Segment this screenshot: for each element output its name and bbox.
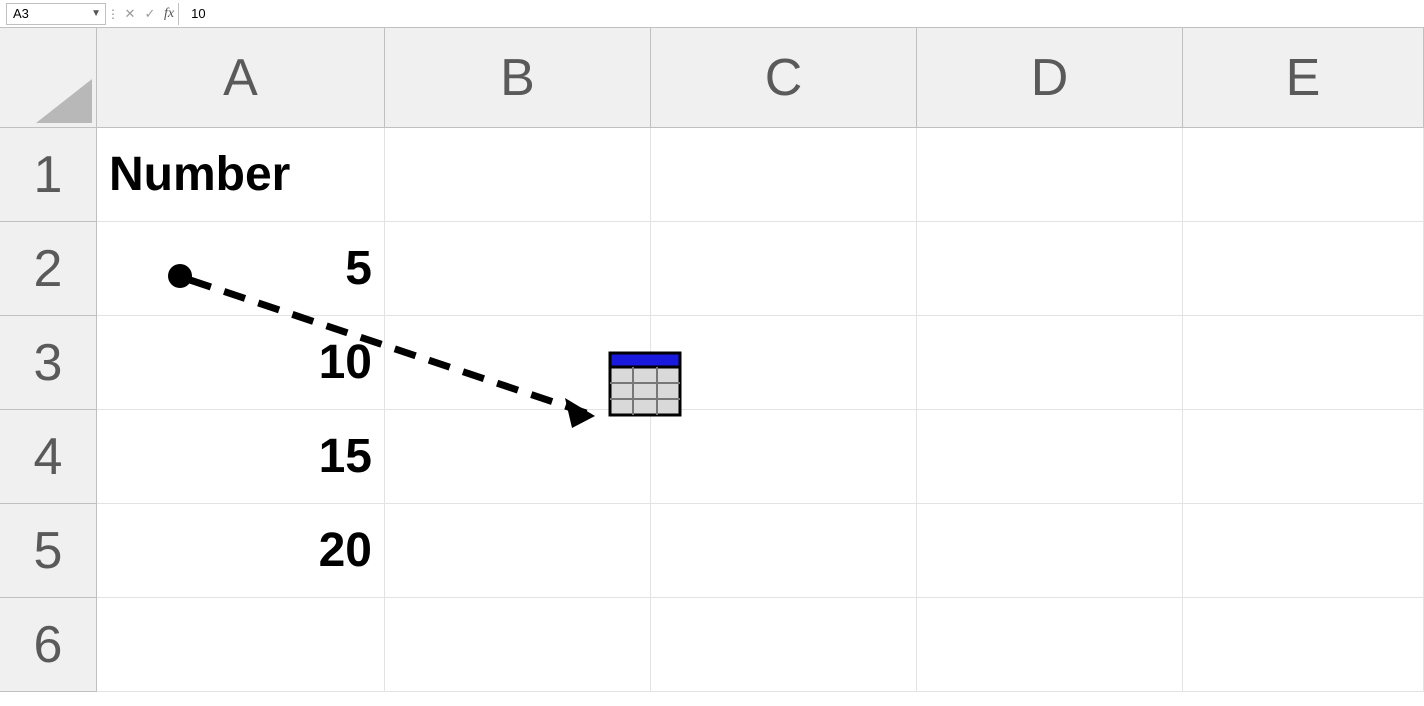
chevron-down-icon[interactable]: ▼ <box>91 8 101 19</box>
cell-C1[interactable] <box>651 128 917 222</box>
column-header-B[interactable]: B <box>385 28 651 128</box>
col-label: C <box>765 48 803 108</box>
separator-dots-icon: ⋮ <box>110 3 116 25</box>
cell-B6[interactable] <box>385 598 651 692</box>
col-label: D <box>1031 48 1069 108</box>
col-label: A <box>223 48 258 108</box>
col-label: E <box>1286 48 1321 108</box>
formula-bar: A3 ▼ ⋮ ✕ ✓ fx <box>0 0 1424 28</box>
row-header-1[interactable]: 1 <box>0 128 97 222</box>
cell-A6[interactable] <box>97 598 385 692</box>
row-header-4[interactable]: 4 <box>0 410 97 504</box>
name-box-value: A3 <box>13 6 29 21</box>
cell-D1[interactable] <box>917 128 1183 222</box>
row-label: 4 <box>34 427 63 487</box>
cell-B5[interactable] <box>385 504 651 598</box>
cell-value: 15 <box>319 429 372 484</box>
cell-A1[interactable]: Number <box>97 128 385 222</box>
cell-D4[interactable] <box>917 410 1183 504</box>
formula-input[interactable] <box>187 3 1424 25</box>
column-header-D[interactable]: D <box>917 28 1183 128</box>
cell-D3[interactable] <box>917 316 1183 410</box>
column-header-C[interactable]: C <box>651 28 917 128</box>
confirm-formula-button[interactable]: ✓ <box>140 3 160 25</box>
insert-function-button[interactable]: fx <box>160 3 179 25</box>
cell-E1[interactable] <box>1183 128 1424 222</box>
cell-A4[interactable]: 15 <box>97 410 385 504</box>
row-header-3[interactable]: 3 <box>0 316 97 410</box>
cell-D2[interactable] <box>917 222 1183 316</box>
row-label: 3 <box>34 333 63 393</box>
cell-C5[interactable] <box>651 504 917 598</box>
cancel-formula-button[interactable]: ✕ <box>120 3 140 25</box>
cell-E3[interactable] <box>1183 316 1424 410</box>
column-header-E[interactable]: E <box>1183 28 1424 128</box>
row-header-2[interactable]: 2 <box>0 222 97 316</box>
fx-label: fx <box>164 6 174 22</box>
column-header-A[interactable]: A <box>97 28 385 128</box>
row-header-6[interactable]: 6 <box>0 598 97 692</box>
cell-E2[interactable] <box>1183 222 1424 316</box>
cell-B2[interactable] <box>385 222 651 316</box>
cell-C3[interactable] <box>651 316 917 410</box>
row-label: 1 <box>34 145 63 205</box>
col-label: B <box>500 48 535 108</box>
spreadsheet-grid: A B C D E 1 2 3 4 5 6 Number 5 10 15 20 <box>0 28 1424 706</box>
check-icon: ✓ <box>145 6 156 22</box>
cell-E5[interactable] <box>1183 504 1424 598</box>
cell-A2[interactable]: 5 <box>97 222 385 316</box>
select-all-corner[interactable] <box>0 28 97 128</box>
row-label: 6 <box>34 615 63 675</box>
cell-B3[interactable] <box>385 316 651 410</box>
cell-C6[interactable] <box>651 598 917 692</box>
cell-A5[interactable]: 20 <box>97 504 385 598</box>
cell-D6[interactable] <box>917 598 1183 692</box>
cell-value: 20 <box>319 523 372 578</box>
cell-value: 10 <box>319 335 372 390</box>
cell-B1[interactable] <box>385 128 651 222</box>
row-label: 2 <box>34 239 63 299</box>
cell-D5[interactable] <box>917 504 1183 598</box>
cell-C2[interactable] <box>651 222 917 316</box>
cell-value: Number <box>109 147 290 202</box>
x-icon: ✕ <box>125 6 136 22</box>
cell-value: 5 <box>345 241 372 296</box>
name-box[interactable]: A3 ▼ <box>6 3 106 25</box>
cell-E6[interactable] <box>1183 598 1424 692</box>
cell-C4[interactable] <box>651 410 917 504</box>
cell-A3[interactable]: 10 <box>97 316 385 410</box>
row-label: 5 <box>34 521 63 581</box>
cell-B4[interactable] <box>385 410 651 504</box>
row-header-5[interactable]: 5 <box>0 504 97 598</box>
cell-E4[interactable] <box>1183 410 1424 504</box>
